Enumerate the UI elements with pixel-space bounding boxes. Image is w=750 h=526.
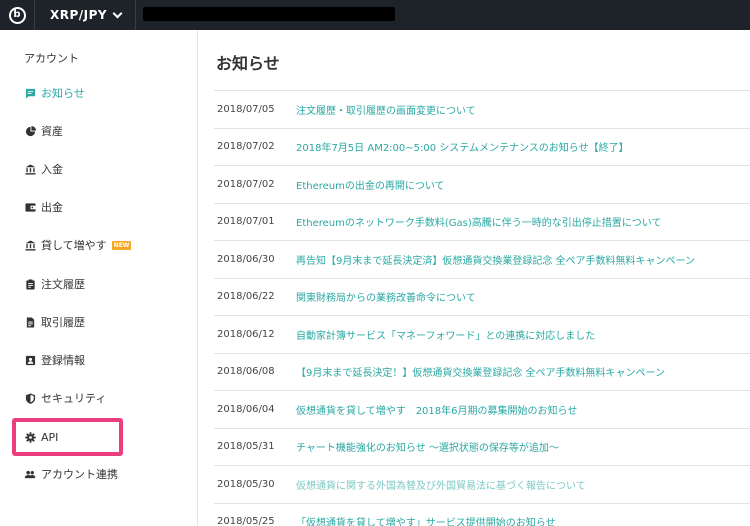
divider [135, 0, 136, 30]
chevron-down-icon [112, 8, 123, 18]
document-icon [24, 316, 36, 328]
news-date: 2018/06/04 [217, 403, 275, 415]
shield-icon [24, 392, 36, 404]
sidebar-item-label: セキュリティ [41, 392, 107, 405]
news-date: 2018/05/25 [217, 516, 275, 526]
news-row: 2018/06/12 自動家計簿サービス「マネーフォワード」との連携に対応しまし… [214, 316, 750, 354]
news-date: 2018/05/30 [217, 478, 275, 490]
logo[interactable]: b [0, 0, 34, 30]
news-row: 2018/06/04 仮想通貨を貸して増やす 2018年6月期の募集開始のお知ら… [214, 391, 750, 429]
news-date: 2018/06/30 [217, 253, 275, 265]
news-date: 2018/05/31 [217, 441, 275, 453]
sidebar-item-label: お知らせ [41, 87, 85, 100]
redacted-area [143, 7, 395, 21]
sidebar-item-assets[interactable]: 資産 [24, 121, 63, 141]
news-title-link[interactable]: 【9月末まで延長決定！】仮想通貨交換業登録記念 全ペア手数料無料キャンペーン [296, 364, 665, 379]
news-row: 2018/06/08 【9月末まで延長決定！】仮想通貨交換業登録記念 全ペア手数… [214, 354, 750, 391]
news-title-link[interactable]: Ethereumのネットワーク手数料(Gas)高騰に伴う一時的な引出停止措置につ… [296, 214, 661, 229]
sidebar-item-account-link[interactable]: アカウント連携 [24, 464, 118, 484]
news-date: 2018/07/01 [217, 216, 275, 228]
news-date: 2018/06/12 [217, 328, 275, 340]
sidebar-item-deposit[interactable]: 入金 [24, 159, 63, 179]
news-row: 2018/07/01 Ethereumのネットワーク手数料(Gas)高騰に伴う一… [214, 204, 750, 241]
notification-icon [24, 87, 36, 99]
sidebar-item-order-history[interactable]: 注文履歴 [24, 274, 85, 294]
news-date: 2018/06/22 [217, 291, 275, 303]
id-card-icon [24, 354, 36, 366]
sidebar-item-lending[interactable]: 貸して増やす NEW [24, 235, 132, 255]
sidebar-item-registration-info[interactable]: 登録情報 [24, 350, 85, 370]
news-row: 2018/07/05 注文履歴・取引履歴の画面変更について [214, 91, 750, 129]
sidebar-item-notifications[interactable]: お知らせ [24, 83, 85, 103]
news-title-link[interactable]: チャート機能強化のお知らせ ～選択状態の保存等が追加～ [296, 439, 559, 454]
sidebar: アカウント お知らせ 資産 入金 出金 貸して増やす NEW 注文履歴 取引履歴… [0, 30, 198, 526]
sidebar-item-label: 入金 [41, 163, 63, 176]
news-title-link[interactable]: 関東財務局からの業務改善命令について [296, 289, 476, 304]
news-title-link[interactable]: Ethereumの出金の再開について [296, 177, 445, 192]
sidebar-item-label: 出金 [41, 201, 63, 214]
bank-icon [24, 163, 36, 175]
clipboard-icon [24, 278, 36, 290]
sidebar-item-label: 注文履歴 [41, 278, 85, 291]
sidebar-item-label: 登録情報 [41, 354, 85, 367]
news-date: 2018/07/05 [217, 103, 275, 115]
sidebar-item-label: 資産 [41, 125, 63, 138]
news-row: 2018/06/22 関東財務局からの業務改善命令について [214, 279, 750, 316]
news-title-link[interactable]: 2018年7月5日 AM2:00~5:00 システムメンテナンスのお知らせ【終了… [296, 139, 629, 154]
wallet-icon [24, 201, 36, 213]
logo-icon: b [8, 6, 26, 24]
news-title-link[interactable]: 再告知【9月末まで延長決定済】仮想通貨交換業登録記念 全ペア手数料無料キャンペー… [296, 252, 695, 267]
news-row: 2018/07/02 2018年7月5日 AM2:00~5:00 システムメンテ… [214, 129, 750, 166]
news-title-link[interactable]: 仮想通貨に関する外国為替及び外国貿易法に基づく報告について [296, 477, 586, 492]
news-row: 2018/05/30 仮想通貨に関する外国為替及び外国貿易法に基づく報告について [214, 466, 750, 504]
news-row: 2018/07/02 Ethereumの出金の再開について [214, 166, 750, 204]
currency-pair-selector[interactable]: XRP/JPY [50, 0, 123, 30]
news-list: 2018/07/05 注文履歴・取引履歴の画面変更について 2018/07/02… [214, 90, 750, 526]
news-row: 2018/05/25 「仮想通貨を貸して増やす」サービス提供開始のお知らせ [214, 504, 750, 526]
divider [34, 0, 35, 30]
news-date: 2018/07/02 [217, 141, 275, 153]
top-bar: b XRP/JPY [0, 0, 750, 30]
news-row: 2018/06/30 再告知【9月末まで延長決定済】仮想通貨交換業登録記念 全ペ… [214, 241, 750, 279]
news-date: 2018/07/02 [217, 178, 275, 190]
api-highlight-box [12, 418, 123, 456]
pie-chart-icon [24, 125, 36, 137]
news-row: 2018/05/31 チャート機能強化のお知らせ ～選択状態の保存等が追加～ [214, 429, 750, 466]
page-title: お知らせ [216, 54, 280, 73]
sidebar-item-withdraw[interactable]: 出金 [24, 197, 63, 217]
main-content: お知らせ 2018/07/05 注文履歴・取引履歴の画面変更について 2018/… [199, 30, 750, 526]
sidebar-item-label: アカウント連携 [41, 468, 118, 481]
sidebar-item-label: 取引履歴 [41, 316, 85, 329]
new-badge: NEW [111, 240, 132, 250]
news-date: 2018/06/08 [217, 366, 275, 378]
news-title-link[interactable]: 仮想通貨を貸して増やす 2018年6月期の募集開始のお知らせ [296, 402, 577, 417]
news-title-link[interactable]: 自動家計簿サービス「マネーフォワード」との連携に対応しました [296, 327, 595, 342]
sidebar-heading: アカウント [24, 52, 79, 65]
sidebar-item-label: 貸して増やす [41, 239, 107, 252]
bank-icon [24, 239, 36, 251]
sidebar-item-security[interactable]: セキュリティ [24, 388, 106, 408]
sidebar-item-trade-history[interactable]: 取引履歴 [24, 312, 85, 332]
currency-pair-label: XRP/JPY [50, 8, 108, 22]
news-title-link[interactable]: 「仮想通貨を貸して増やす」サービス提供開始のお知らせ [296, 514, 556, 526]
people-icon [24, 468, 36, 480]
news-title-link[interactable]: 注文履歴・取引履歴の画面変更について [296, 102, 476, 117]
